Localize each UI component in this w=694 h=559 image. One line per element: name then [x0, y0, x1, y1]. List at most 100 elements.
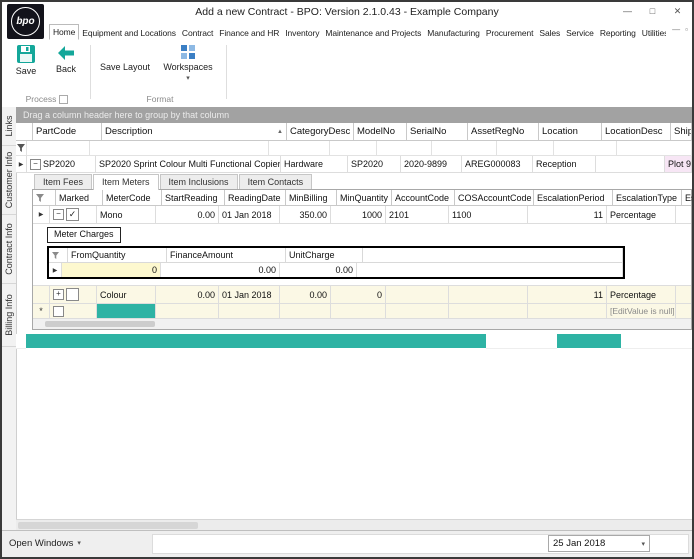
- filter-cell-description[interactable]: [90, 141, 269, 155]
- meter-row-colour[interactable]: + Colour 0.00 01 Jan 2018 0.00 0 11 Perc…: [33, 286, 691, 304]
- cell-startreading[interactable]: 0.00: [156, 286, 219, 303]
- workspaces-button[interactable]: Workspaces ▾: [158, 44, 218, 90]
- marked-checkbox-unchecked[interactable]: [66, 288, 79, 301]
- ribbon-pin-icon[interactable]: ▫: [685, 25, 688, 34]
- cell-partcode[interactable]: − SP2020: [27, 156, 96, 172]
- column-header-metercode[interactable]: MeterCode: [103, 190, 162, 205]
- column-header-minbilling[interactable]: MinBilling: [286, 190, 337, 205]
- cell-escalationtype[interactable]: Percentage: [607, 286, 676, 303]
- cell-escalationamount[interactable]: 10.00: [676, 206, 692, 223]
- cell-assetregno[interactable]: AREG000083: [462, 156, 533, 172]
- scrollbar-thumb[interactable]: [45, 321, 155, 327]
- cell-shippingaddress[interactable]: Plot 91 Leaf Road, Fo: [665, 156, 692, 172]
- cell-description[interactable]: SP2020 Sprint Colour Multi Functional Co…: [96, 156, 281, 172]
- grid-new-row-band[interactable]: [16, 334, 692, 349]
- expand-row-button[interactable]: +: [53, 289, 64, 300]
- cell-escalationperiod[interactable]: [528, 304, 607, 318]
- tab-item-meters[interactable]: Item Meters: [93, 174, 159, 190]
- column-header-partcode[interactable]: PartCode: [33, 123, 102, 140]
- filter-cell-location[interactable]: [497, 141, 554, 155]
- cell-readingdate[interactable]: 01 Jan 2018: [219, 206, 280, 223]
- cell-minbilling[interactable]: [280, 304, 331, 318]
- tab-item-contacts[interactable]: Item Contacts: [238, 174, 313, 189]
- cell-locationdesc[interactable]: [596, 156, 665, 172]
- cell-financeamount[interactable]: 0.00: [161, 263, 280, 277]
- column-header-financeamount[interactable]: FinanceAmount: [167, 248, 286, 262]
- ribbon-tab-home[interactable]: Home: [49, 24, 80, 40]
- save-button[interactable]: Save: [6, 44, 46, 90]
- column-header-description[interactable]: Description ▲: [102, 123, 287, 140]
- column-header-fromquantity[interactable]: FromQuantity: [68, 248, 167, 262]
- ribbon-tab-maintenance-and-projects[interactable]: Maintenance and Projects: [322, 26, 424, 40]
- cell-cosaccountcode[interactable]: 1100: [449, 206, 528, 223]
- new-metercode-cell[interactable]: [97, 304, 156, 318]
- cell-minbilling[interactable]: 0.00: [280, 286, 331, 303]
- process-dialog-launcher-icon[interactable]: [59, 94, 69, 104]
- open-windows-button[interactable]: Open Windows ▾: [9, 531, 81, 556]
- filter-cell-categorydesc[interactable]: [269, 141, 330, 155]
- column-header-assetregno[interactable]: AssetRegNo: [468, 123, 539, 140]
- equipment-row[interactable]: ▶ − SP2020 SP2020 Sprint Colour Multi Fu…: [16, 156, 692, 173]
- date-editor[interactable]: 25 Jan 2018 ▾: [548, 535, 650, 552]
- cell-metercode[interactable]: Mono: [97, 206, 156, 223]
- mc-header-indicator-cell[interactable]: [49, 248, 68, 262]
- cell-startreading[interactable]: [156, 304, 219, 318]
- sidebar-tab-links[interactable]: Links: [2, 107, 16, 146]
- filter-cell-partcode[interactable]: [27, 141, 90, 155]
- marked-checkbox-checked[interactable]: ✓: [66, 208, 79, 221]
- ribbon-tab-reporting[interactable]: Reporting: [597, 26, 639, 40]
- collapse-row-button[interactable]: −: [30, 158, 41, 170]
- cell-accountcode[interactable]: [386, 286, 449, 303]
- column-header-marked[interactable]: Marked: [56, 190, 103, 205]
- cell-cosaccountcode[interactable]: [449, 286, 528, 303]
- column-header-categorydesc[interactable]: CategoryDesc: [287, 123, 354, 140]
- cell-accountcode[interactable]: 2101: [386, 206, 449, 223]
- ribbon-tab-inventory[interactable]: Inventory: [282, 26, 322, 40]
- filter-cell-shippingaddress[interactable]: [617, 141, 692, 155]
- cell-escalationperiod[interactable]: 11: [528, 286, 607, 303]
- cell-fromquantity[interactable]: 0: [62, 263, 161, 277]
- detail-new-row[interactable]: * [EditValue is null]: [33, 304, 691, 319]
- cell-accountcode[interactable]: [386, 304, 449, 318]
- cell-escalationamount[interactable]: [676, 304, 692, 318]
- column-header-modelno[interactable]: ModelNo: [354, 123, 407, 140]
- cell-marked[interactable]: − ✓: [50, 206, 97, 223]
- ribbon-tab-sales[interactable]: Sales: [536, 26, 563, 40]
- ribbon-collapse-icon[interactable]: —: [672, 25, 680, 34]
- column-header-escalationperiod[interactable]: EscalationPeriod: [534, 190, 613, 205]
- filter-cell-locationdesc[interactable]: [554, 141, 617, 155]
- filter-cell-assetregno[interactable]: [432, 141, 497, 155]
- cell-metercode[interactable]: Colour: [97, 286, 156, 303]
- detail-header-indicator-cell[interactable]: [33, 190, 56, 205]
- cell-readingdate[interactable]: [219, 304, 280, 318]
- column-header-shippingaddress[interactable]: ShippingAddress: [671, 123, 692, 140]
- filter-indicator-cell[interactable]: [16, 141, 27, 155]
- cell-categorydesc[interactable]: Hardware: [281, 156, 348, 172]
- column-header-readingdate[interactable]: ReadingDate: [225, 190, 286, 205]
- back-button[interactable]: Back: [46, 44, 86, 90]
- column-header-locationdesc[interactable]: LocationDesc: [602, 123, 671, 140]
- detail-horizontal-scrollbar[interactable]: [33, 319, 691, 329]
- cell-escalationtype[interactable]: Percentage: [607, 206, 676, 223]
- cell-minquantity[interactable]: [331, 304, 386, 318]
- column-header-accountcode[interactable]: AccountCode: [392, 190, 455, 205]
- column-header-startreading[interactable]: StartReading: [162, 190, 225, 205]
- cell-marked[interactable]: [50, 304, 97, 318]
- ribbon-tab-finance-and-hr[interactable]: Finance and HR: [216, 26, 282, 40]
- column-header-minquantity[interactable]: MinQuantity: [337, 190, 392, 205]
- sidebar-tab-customer-info[interactable]: Customer Info: [2, 146, 16, 215]
- ribbon-tab-contract[interactable]: Contract: [179, 26, 216, 40]
- minimize-button[interactable]: —: [615, 3, 640, 20]
- cell-serialno[interactable]: 2020-9899: [401, 156, 462, 172]
- cell-escalationperiod[interactable]: 11: [528, 206, 607, 223]
- filter-cell-modelno[interactable]: [330, 141, 377, 155]
- meter-row-mono[interactable]: ▶ − ✓ Mono 0.00 01 Jan 2018 350.00 1000 …: [33, 206, 691, 224]
- cell-marked[interactable]: +: [50, 286, 97, 303]
- maximize-button[interactable]: □: [640, 3, 665, 20]
- column-header-cosaccountcode[interactable]: COSAccountCode: [455, 190, 534, 205]
- band-selected-segment[interactable]: [26, 334, 486, 348]
- scrollbar-thumb[interactable]: [18, 522, 198, 529]
- ribbon-tab-utilities[interactable]: Utilities: [639, 26, 666, 40]
- cell-location[interactable]: Reception: [533, 156, 596, 172]
- cell-escalationamount[interactable]: 10.00: [676, 286, 692, 303]
